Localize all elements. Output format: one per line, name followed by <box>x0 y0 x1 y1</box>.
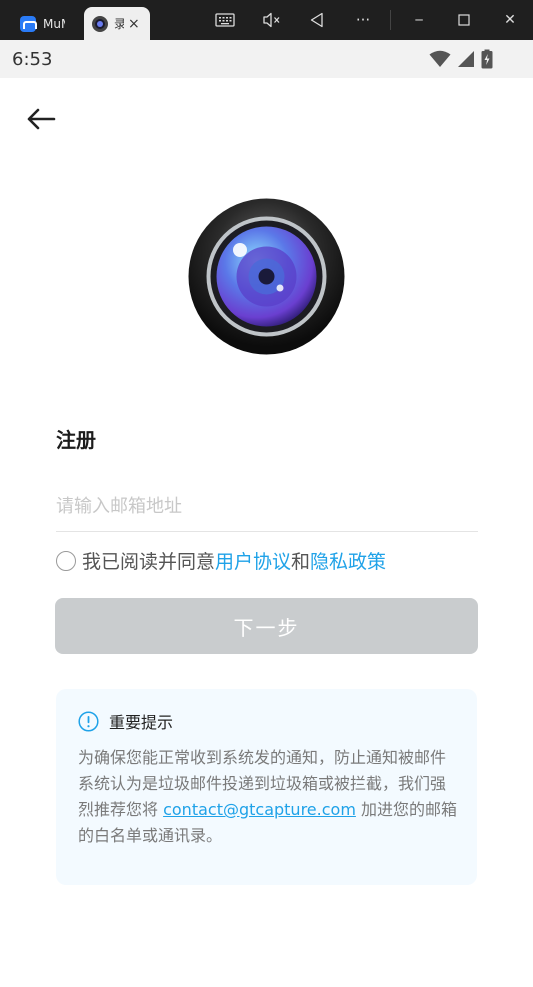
important-notice-card: 重要提示 为确保您能正常收到系统发的通知，防止通知被邮件系统认为是垃圾邮件投递到… <box>56 689 477 885</box>
page-title: 注册 <box>56 428 96 452</box>
contact-email-link[interactable]: contact@gtcapture.com <box>163 800 356 819</box>
status-icons <box>429 49 493 69</box>
app-logo-camera-lens <box>188 198 345 355</box>
privacy-policy-link[interactable]: 隐私政策 <box>310 547 386 574</box>
battery-charging-icon <box>481 49 493 69</box>
agreement-row: 我已阅读并同意 用户协议 和 隐私政策 <box>56 547 386 574</box>
minimize-icon[interactable]: ─ <box>408 0 430 40</box>
tab-label: MuMu <box>43 16 65 31</box>
keyboard-icon[interactable] <box>213 0 237 40</box>
next-step-button[interactable]: 下一步 <box>55 598 478 654</box>
info-icon <box>78 710 99 732</box>
back-triangle-icon[interactable] <box>306 0 328 40</box>
status-bar: 6:53 <box>0 40 533 78</box>
wifi-icon <box>429 50 451 67</box>
close-icon[interactable]: ✕ <box>499 0 521 40</box>
emulator-titlebar: MuMu 录 × ··· ─ ✕ <box>0 0 533 40</box>
more-icon[interactable]: ··· <box>350 0 376 40</box>
email-input[interactable] <box>56 482 478 532</box>
titlebar-divider <box>390 10 391 30</box>
tab-mumu[interactable]: MuMu <box>12 7 82 40</box>
mute-icon[interactable] <box>260 0 284 40</box>
notice-header: 重要提示 <box>78 709 173 733</box>
signal-icon <box>458 51 474 67</box>
notice-title: 重要提示 <box>109 713 174 732</box>
back-arrow-icon[interactable] <box>24 102 58 136</box>
tab-close-icon[interactable]: × <box>128 16 140 32</box>
notice-body: 为确保您能正常收到系统发的通知，防止通知被邮件系统认为是垃圾邮件投递到垃圾箱或被… <box>78 745 460 849</box>
agreement-and: 和 <box>291 551 311 573</box>
mumu-logo-icon <box>20 15 37 32</box>
app-camera-icon <box>92 15 108 32</box>
tab-app[interactable]: 录 × <box>84 7 150 40</box>
maximize-icon[interactable] <box>453 0 475 40</box>
register-screen: 注册 我已阅读并同意 用户协议 和 隐私政策 下一步 重要提示 为确保您能正常收… <box>0 78 533 987</box>
agreement-checkbox[interactable] <box>56 550 76 571</box>
status-time: 6:53 <box>12 49 53 70</box>
user-agreement-link[interactable]: 用户协议 <box>215 547 291 574</box>
tab-label: 录 <box>114 17 124 31</box>
agreement-prefix: 我已阅读并同意 <box>82 551 216 573</box>
